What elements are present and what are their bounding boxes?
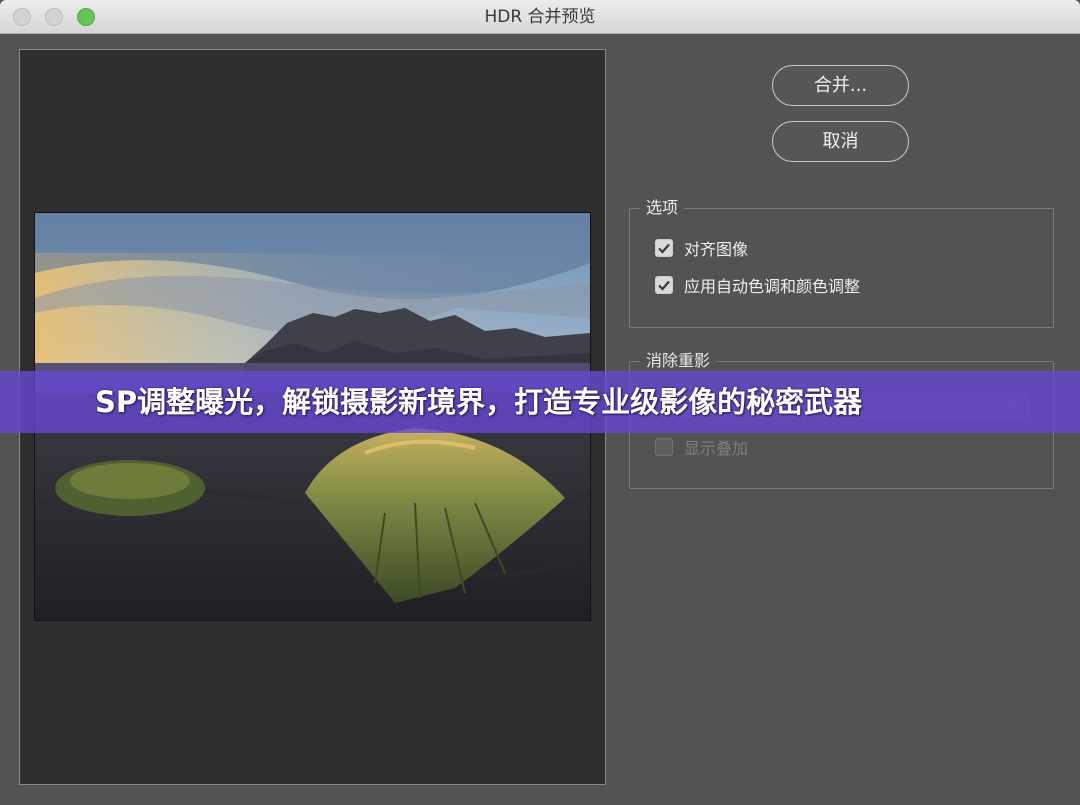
auto-tone-checkbox[interactable]	[655, 276, 673, 294]
show-overlay-row: 显示叠加	[655, 436, 748, 458]
show-overlay-label: 显示叠加	[684, 439, 749, 458]
checkmark-icon	[658, 280, 670, 291]
window-title: HDR 合并预览	[484, 7, 596, 27]
ghost-removal-legend: 消除重影	[640, 350, 717, 372]
align-images-checkbox[interactable]	[655, 239, 673, 257]
cancel-button[interactable]: 取消	[772, 121, 909, 162]
options-legend: 选项	[640, 197, 685, 219]
align-images-label: 对齐图像	[684, 240, 749, 259]
title-bar: HDR 合并预览	[0, 0, 1080, 34]
merge-button[interactable]: 合并...	[772, 65, 909, 106]
align-images-row: 对齐图像	[655, 237, 748, 259]
hdr-merge-preview-window: HDR 合并预览 合并... 取消 选项 对齐图像 应用自动色调和颜色调整 消除…	[0, 0, 1080, 805]
auto-tone-row: 应用自动色调和颜色调整	[655, 274, 860, 296]
auto-tone-label: 应用自动色调和颜色调整	[684, 277, 861, 296]
show-overlay-checkbox[interactable]	[655, 438, 673, 456]
headline-banner: SP调整曝光，解锁摄影新境界，打造专业级影像的秘密武器	[0, 371, 1080, 433]
options-group: 选项 对齐图像 应用自动色调和颜色调整	[629, 197, 1054, 328]
headline-text: SP调整曝光，解锁摄影新境界，打造专业级影像的秘密武器	[95, 385, 863, 419]
checkmark-icon	[658, 243, 670, 254]
